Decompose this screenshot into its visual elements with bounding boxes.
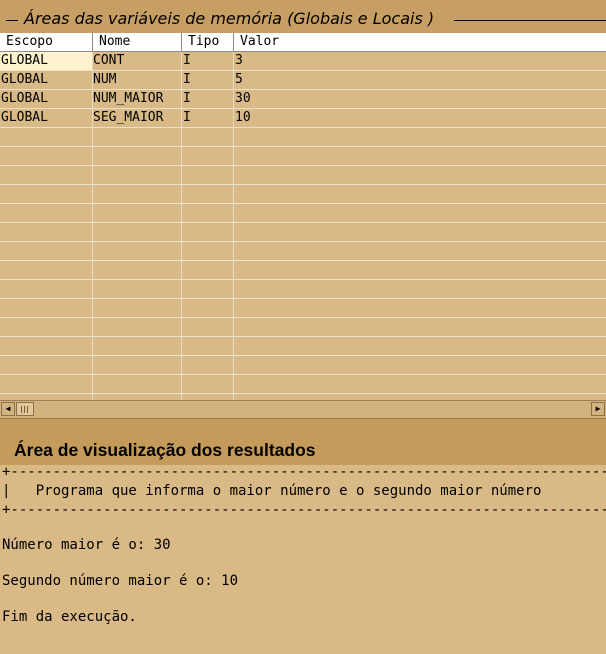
- table-row[interactable]: GLOBAL SEG_MAIOR I 10: [0, 109, 606, 128]
- column-header-valor[interactable]: Valor: [234, 33, 606, 51]
- column-divider: [181, 52, 182, 400]
- output-line: +---------------------------------------…: [2, 464, 606, 480]
- cell-escopo[interactable]: GLOBAL: [1, 90, 48, 108]
- empty-row: [0, 337, 606, 356]
- cell-nome[interactable]: SEG_MAIOR: [93, 109, 163, 127]
- cell-valor[interactable]: 30: [235, 90, 251, 108]
- horizontal-scrollbar[interactable]: ◀ ▶: [0, 400, 606, 418]
- title-divider-right: [454, 20, 606, 21]
- empty-row: [0, 128, 606, 147]
- cell-tipo[interactable]: I: [183, 109, 191, 127]
- empty-row: [0, 166, 606, 185]
- cell-valor[interactable]: 5: [235, 71, 243, 89]
- cell-nome[interactable]: NUM_MAIOR: [93, 90, 163, 108]
- table-row[interactable]: GLOBAL CONT I 3: [0, 52, 606, 71]
- title-divider-left: [6, 20, 18, 21]
- table-row[interactable]: GLOBAL NUM I 5: [0, 71, 606, 90]
- column-header-escopo[interactable]: Escopo: [0, 33, 93, 51]
- cell-valor[interactable]: 3: [235, 52, 243, 70]
- empty-row: [0, 242, 606, 261]
- variables-title-bar: Áreas das variáveis de memória (Globais …: [0, 0, 606, 33]
- empty-row: [0, 185, 606, 204]
- empty-row: [0, 356, 606, 375]
- empty-row: [0, 147, 606, 166]
- output-line: Segundo número maior é o: 10: [2, 573, 239, 589]
- column-header-tipo[interactable]: Tipo: [182, 33, 234, 51]
- scroll-left-button[interactable]: ◀: [1, 402, 15, 416]
- results-title-bar: Área de visualização dos resultados: [0, 418, 606, 465]
- empty-row: [0, 280, 606, 299]
- scrollbar-thumb[interactable]: [16, 402, 34, 416]
- output-line: +---------------------------------------…: [2, 502, 606, 518]
- column-divider: [233, 52, 234, 400]
- cell-escopo[interactable]: GLOBAL: [0, 52, 92, 70]
- cell-nome[interactable]: CONT: [93, 52, 124, 70]
- empty-row: [0, 223, 606, 242]
- empty-row: [0, 318, 606, 337]
- variables-panel-title: Áreas das variáveis de memória (Globais …: [24, 9, 435, 28]
- column-header-nome[interactable]: Nome: [93, 33, 182, 51]
- scroll-right-button[interactable]: ▶: [591, 402, 605, 416]
- results-panel: Área de visualização dos resultados +---…: [0, 418, 606, 654]
- output-line: | Programa que informa o maior número e …: [2, 483, 542, 499]
- output-line: Fim da execução.: [2, 609, 137, 625]
- results-panel-title: Área de visualização dos resultados: [14, 440, 316, 460]
- cell-tipo[interactable]: I: [183, 52, 191, 70]
- empty-row: [0, 375, 606, 394]
- variables-grid-header: Escopo Nome Tipo Valor: [0, 33, 606, 52]
- variables-grid[interactable]: GLOBAL CONT I 3 GLOBAL NUM I 5 GLOBAL NU…: [0, 52, 606, 400]
- output-line: Número maior é o: 30: [2, 537, 171, 553]
- cell-valor[interactable]: 10: [235, 109, 251, 127]
- results-output[interactable]: +---------------------------------------…: [0, 464, 606, 654]
- empty-row: [0, 261, 606, 280]
- cell-tipo[interactable]: I: [183, 71, 191, 89]
- cell-nome[interactable]: NUM: [93, 71, 116, 89]
- table-row[interactable]: GLOBAL NUM_MAIOR I 30: [0, 90, 606, 109]
- empty-row: [0, 204, 606, 223]
- cell-tipo[interactable]: I: [183, 90, 191, 108]
- cell-escopo[interactable]: GLOBAL: [1, 71, 48, 89]
- empty-row: [0, 299, 606, 318]
- column-divider: [92, 52, 93, 400]
- cell-escopo[interactable]: GLOBAL: [1, 109, 48, 127]
- variables-panel: Áreas das variáveis de memória (Globais …: [0, 0, 606, 418]
